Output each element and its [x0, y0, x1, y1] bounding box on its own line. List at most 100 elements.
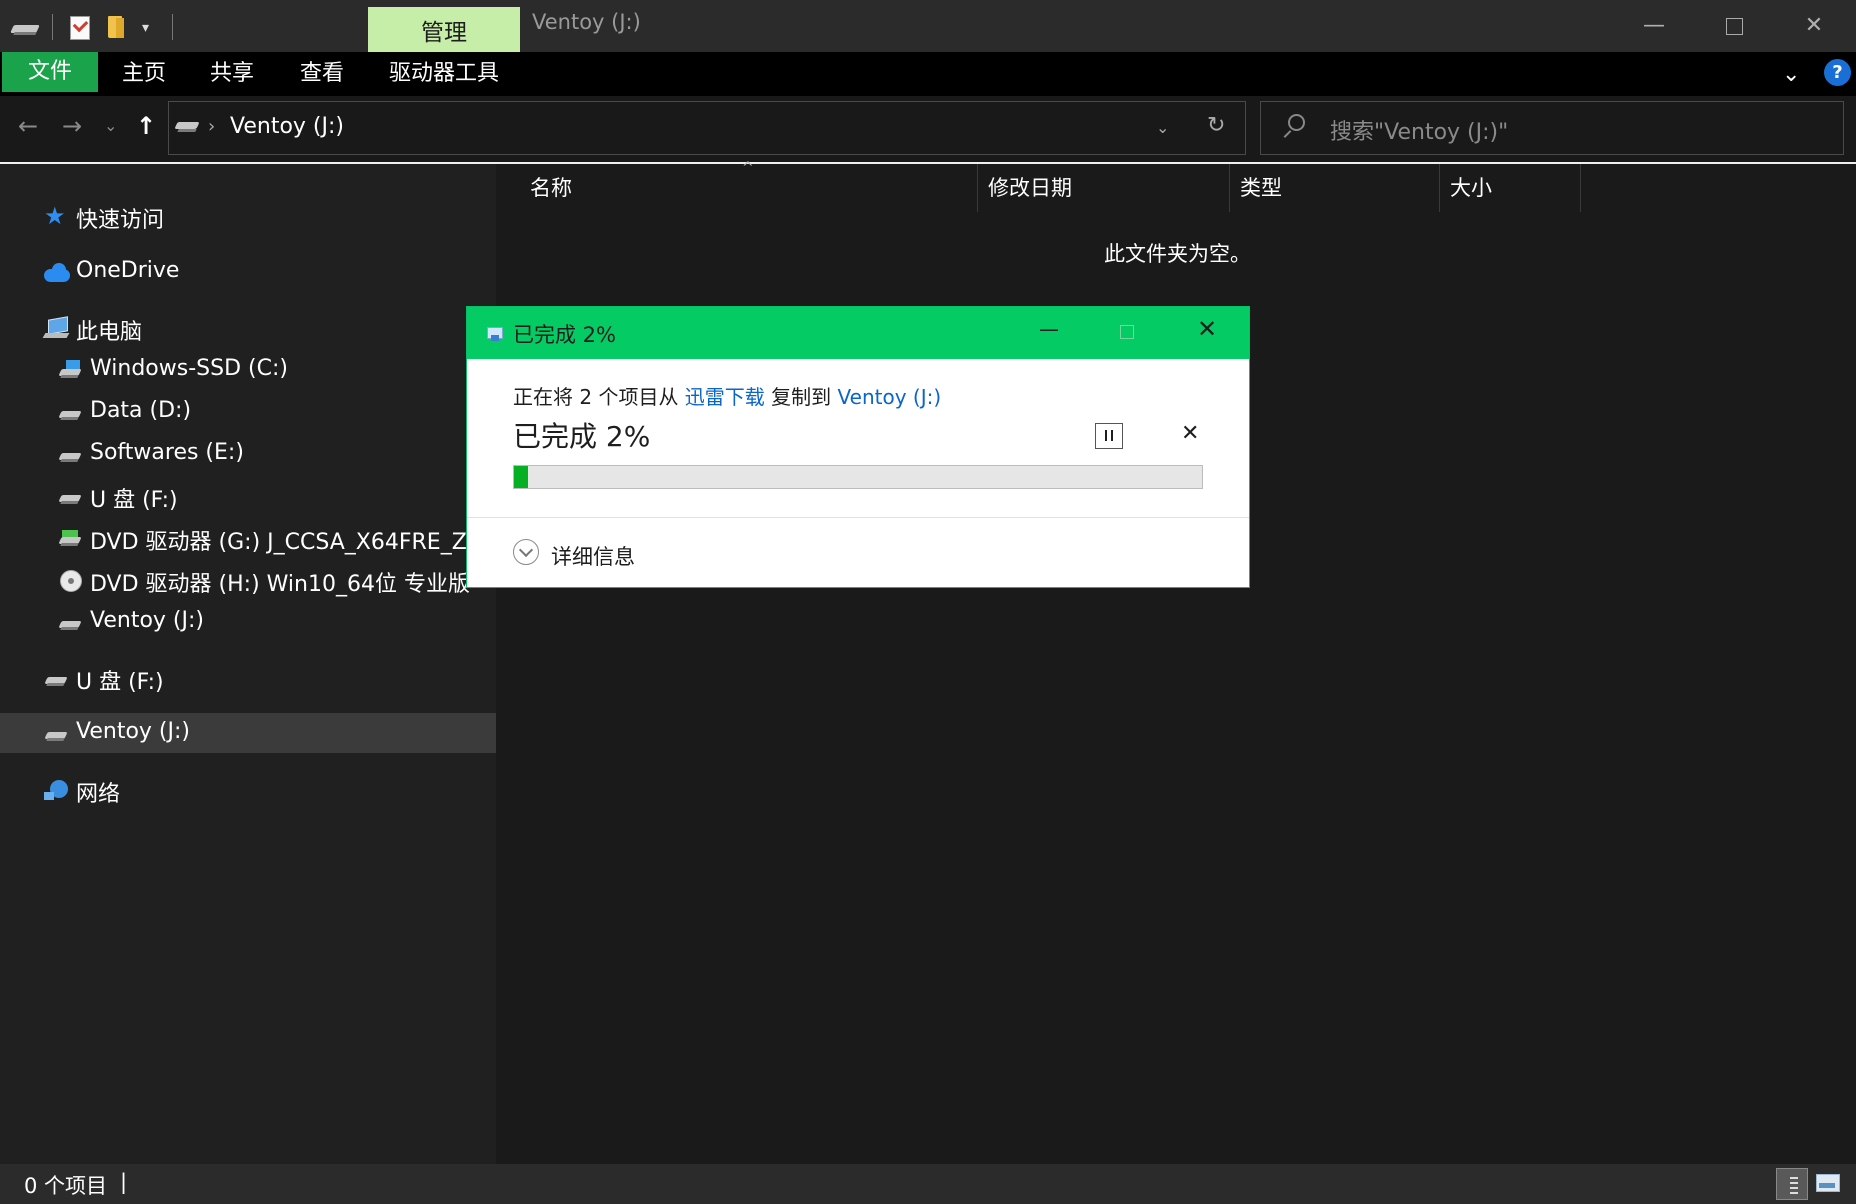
breadcrumb-current[interactable]: Ventoy (J:) [230, 114, 344, 139]
sidebar-item-label: 此电脑 [76, 320, 143, 345]
dialog-close-button[interactable]: ✕ [1197, 315, 1217, 343]
customize-quick-access-chevron-icon[interactable]: ▾ [142, 20, 158, 46]
tab-home[interactable]: 主页 [122, 52, 166, 96]
title-bar [0, 0, 1856, 52]
ribbon-tabs [0, 52, 1856, 96]
close-button[interactable]: ✕ [1774, 0, 1854, 52]
column-header-size[interactable]: 大小 [1450, 164, 1580, 212]
forward-arrow-icon[interactable]: → [62, 112, 82, 140]
sidebar-item-drive-g[interactable]: DVD 驱动器 (G:) J_CCSA_X64FRE_ZH-C [0, 518, 468, 558]
dialog-title: 已完成 2% [513, 323, 616, 347]
sidebar-item-label: Softwares (E:) [90, 440, 244, 465]
large-icons-view-button[interactable] [1814, 1170, 1842, 1198]
copy-status-message: 正在将 2 个项目从 迅雷下载 复制到 Ventoy (J:) [513, 381, 941, 410]
sidebar-item-onedrive[interactable]: OneDrive [0, 252, 496, 292]
column-divider[interactable] [1229, 164, 1230, 212]
sidebar-item-label: DVD 驱动器 (H:) Win10_64位 专业版 [90, 572, 470, 597]
drive-icon[interactable] [10, 14, 42, 40]
sidebar-item-label: DVD 驱动器 (G:) J_CCSA_X64FRE_ZH-C [90, 530, 468, 555]
sidebar-item-drive-e[interactable]: Softwares (E:) [0, 434, 496, 474]
tab-file[interactable]: 文件 [2, 52, 98, 92]
copy-progress-dialog: 已完成 2% — ✕ 正在将 2 个项目从 迅雷下载 复制到 Ventoy (J… [466, 306, 1250, 588]
dialog-maximize-button [1120, 325, 1134, 339]
column-header-type[interactable]: 类型 [1240, 164, 1436, 212]
dvd-disc-icon [58, 568, 84, 592]
sort-ascending-icon: ^ [742, 160, 754, 176]
sidebar-item-drive-j[interactable]: Ventoy (J:) [0, 602, 496, 642]
item-count: 0 个项目 [24, 1174, 108, 1198]
drive-icon [58, 400, 84, 424]
breadcrumb-chevron-icon[interactable]: › [208, 116, 215, 137]
sidebar-item-usb-f[interactable]: U 盘 (F:) [0, 658, 496, 698]
message-prefix: 正在将 2 个项目从 [513, 385, 685, 409]
properties-icon[interactable] [70, 14, 90, 40]
sidebar-item-label: Windows-SSD (C:) [90, 356, 288, 381]
drive-icon [44, 666, 70, 690]
tab-drive-tools[interactable]: 驱动器工具 [368, 52, 520, 96]
search-input[interactable]: 搜索"Ventoy (J:)" [1330, 114, 1508, 146]
column-divider[interactable] [1439, 164, 1440, 212]
sidebar-item-drive-c[interactable]: Windows-SSD (C:) [0, 350, 496, 390]
sidebar-item-this-pc[interactable]: 此电脑 [0, 308, 496, 348]
column-divider[interactable] [977, 164, 978, 212]
tab-view[interactable]: 查看 [300, 52, 344, 96]
windows-drive-icon [58, 358, 84, 382]
progress-bar [513, 465, 1203, 489]
empty-folder-message: 此文件夹为空。 [1104, 242, 1251, 266]
expand-chevron-icon[interactable] [513, 539, 539, 565]
sidebar-item-label: OneDrive [76, 258, 180, 283]
column-divider[interactable] [1580, 164, 1581, 212]
more-details-toggle[interactable]: 详细信息 [551, 541, 635, 571]
details-view-button[interactable] [1776, 1168, 1808, 1200]
dvd-drive-icon [58, 526, 84, 550]
sidebar-item-drive-f[interactable]: U 盘 (F:) [0, 476, 496, 516]
window-title: Ventoy (J:) [532, 10, 641, 34]
status-bar [0, 1164, 1856, 1204]
drive-icon [58, 610, 84, 634]
sidebar-item-drive-h[interactable]: DVD 驱动器 (H:) Win10_64位 专业版 [0, 560, 496, 600]
sidebar-item-quick-access[interactable]: ★ 快速访问 [0, 196, 496, 236]
dialog-minimize-button[interactable]: — [1039, 317, 1059, 341]
back-arrow-icon[interactable]: ← [18, 112, 38, 140]
this-pc-icon [42, 316, 70, 340]
source-folder-link[interactable]: 迅雷下载 [685, 385, 765, 409]
sidebar-item-label: Ventoy (J:) [76, 719, 190, 744]
sidebar-item-network[interactable]: 网络 [0, 770, 496, 810]
refresh-icon[interactable]: ↻ [1207, 113, 1225, 138]
recent-locations-chevron-icon[interactable]: ⌄ [104, 116, 117, 135]
sidebar-item-label: Ventoy (J:) [90, 608, 204, 633]
tab-share[interactable]: 共享 [210, 52, 254, 96]
column-header-date[interactable]: 修改日期 [988, 164, 1228, 212]
sidebar-item-ventoy-selected[interactable]: Ventoy (J:) [0, 713, 496, 753]
sidebar-item-label: U 盘 (F:) [76, 670, 164, 695]
sidebar-item-label: U 盘 (F:) [90, 488, 178, 513]
tab-manage[interactable]: 管理 [368, 7, 520, 52]
progress-bar-fill [514, 466, 528, 488]
drive-icon [44, 721, 70, 745]
toolbar-separator [172, 14, 173, 40]
maximize-button[interactable] [1694, 0, 1774, 52]
drive-icon [174, 122, 202, 136]
destination-folder-link[interactable]: Ventoy (J:) [838, 385, 942, 409]
ribbon-expand-chevron-icon[interactable]: ⌄ [1782, 62, 1800, 87]
maximize-icon [1725, 17, 1743, 35]
drive-icon [58, 442, 84, 466]
dialog-divider [467, 517, 1249, 518]
message-middle: 复制到 [764, 385, 838, 409]
minimize-button[interactable]: — [1614, 0, 1694, 52]
cancel-copy-button[interactable]: ✕ [1181, 421, 1199, 446]
pause-button[interactable] [1095, 423, 1123, 449]
new-folder-icon[interactable] [106, 14, 126, 40]
status-separator: | [120, 1170, 128, 1194]
toolbar-separator [52, 14, 53, 40]
up-arrow-icon[interactable]: ↑ [136, 112, 156, 140]
help-icon[interactable]: ? [1824, 59, 1851, 86]
percent-complete: 已完成 2% [513, 420, 651, 453]
copy-icon [487, 327, 503, 341]
network-icon [44, 778, 70, 802]
address-dropdown-chevron-icon[interactable]: ⌄ [1156, 118, 1169, 137]
sidebar-item-drive-d[interactable]: Data (D:) [0, 392, 496, 432]
sidebar-item-label: 网络 [76, 782, 121, 807]
search-icon [1282, 114, 1306, 138]
sidebar-item-label: Data (D:) [90, 398, 192, 423]
